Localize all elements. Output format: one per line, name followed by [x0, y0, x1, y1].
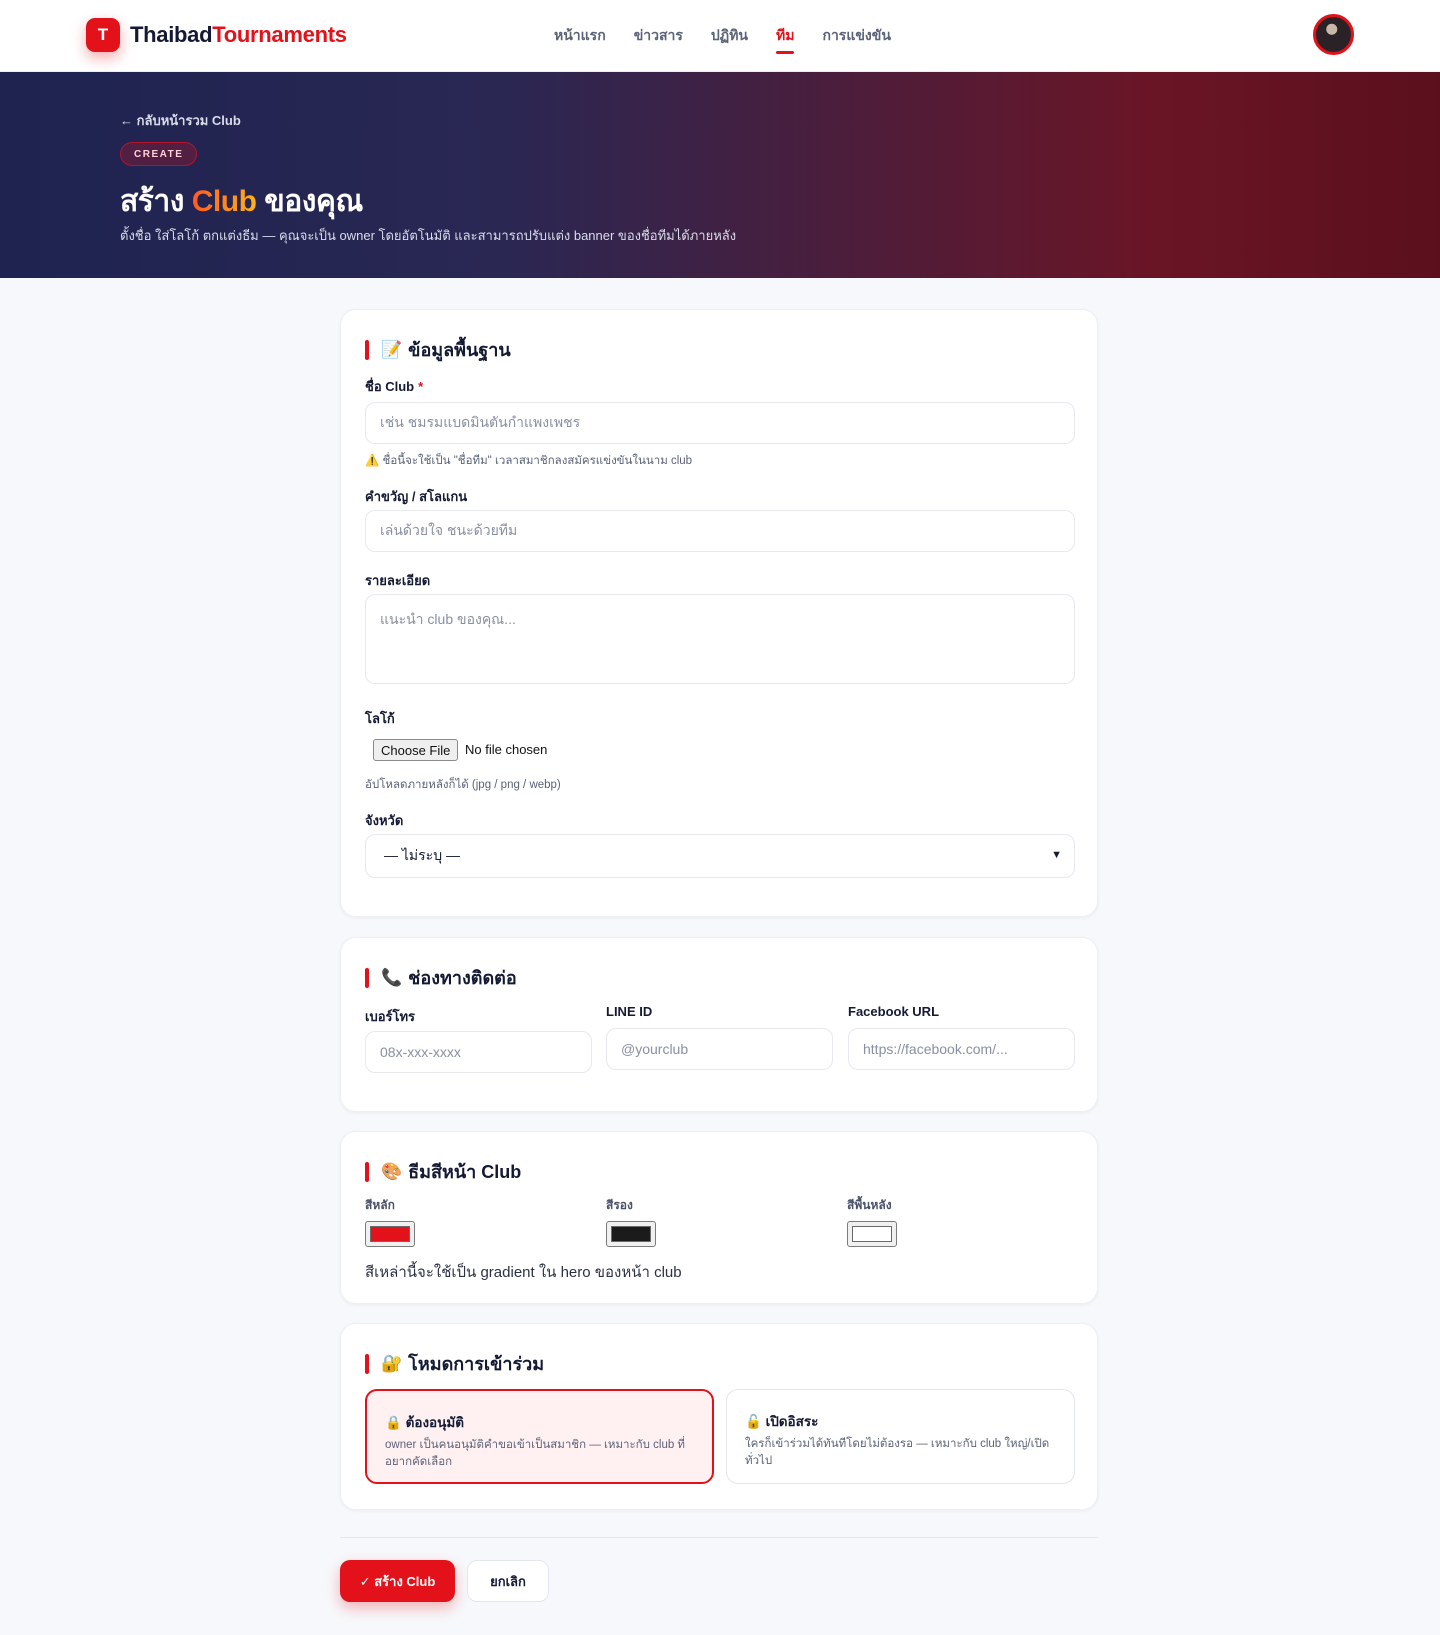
brand-name-part-a: Thaibad: [130, 22, 213, 47]
basic-info-heading-text: ข้อมูลพื้นฐาน: [408, 340, 511, 360]
contact-heading-text: ช่องทางติดต่อ: [408, 968, 517, 988]
unlock-icon: 🔓: [745, 1414, 762, 1429]
province-label: จังหวัด: [365, 813, 404, 828]
hero-banner: ← กลับหน้ารวม Club CREATE สร้าง Club ของ…: [0, 72, 1440, 278]
phone-label: เบอร์โทร: [365, 1009, 416, 1024]
description-label: รายละเอียด: [365, 573, 431, 588]
page-subtitle: ตั้งชื่อ ใส่โลโก้ ตกแต่งธีม — คุณจะเป็น …: [120, 228, 737, 243]
palette-icon: 🎨: [381, 1161, 403, 1181]
back-to-clubs-link[interactable]: ← กลับหน้ารวม Club: [120, 110, 241, 131]
background-color-label: สีพื้นหลัง: [847, 1198, 892, 1212]
logo-label: โลโก้: [365, 711, 395, 726]
join-mode-heading-text: โหมดการเข้าร่วม: [408, 1354, 545, 1374]
join-mode-approval-title-text: ต้องอนุมัติ: [405, 1415, 465, 1430]
primary-color-label: สีหลัก: [365, 1198, 395, 1212]
contact-heading: 📞 ช่องทางติดต่อ: [365, 963, 517, 992]
nav-item-home[interactable]: หน้าแรก: [554, 25, 606, 47]
basic-info-heading: 📝 ข้อมูลพื้นฐาน: [365, 335, 511, 364]
page-title-pre: สร้าง: [120, 185, 192, 218]
secondary-color-picker[interactable]: [606, 1221, 656, 1247]
create-badge: CREATE: [120, 142, 198, 166]
cancel-button[interactable]: ยกเลิก: [467, 1560, 549, 1602]
join-mode-open-desc: ใครก็เข้าร่วมได้ทันทีโดยไม่ต้องรอ — เหมา…: [745, 1438, 1050, 1467]
secondary-color-label: สีรอง: [606, 1198, 633, 1212]
join-mode-approval-option[interactable]: 🔒 ต้องอนุมัติ owner เป็นคนอนุมัติคำขอเข้…: [365, 1389, 714, 1484]
join-mode-approval-title: 🔒 ต้องอนุมัติ: [385, 1411, 464, 1433]
nav-item-competitions[interactable]: การแข่งขัน: [822, 25, 890, 47]
top-navigation-bar: T ThaibadTournaments หน้าแรก ข่าวสาร ปฏิ…: [0, 0, 1440, 72]
nav-item-teams[interactable]: ทีม: [776, 25, 795, 54]
join-mode-card: 🔐 โหมดการเข้าร่วม 🔒 ต้องอนุมัติ owner เป…: [340, 1323, 1098, 1510]
join-mode-heading: 🔐 โหมดการเข้าร่วม: [365, 1349, 544, 1378]
club-name-label-text: ชื่อ Club: [365, 379, 415, 394]
facebook-url-label: Facebook URL: [848, 1004, 940, 1019]
club-name-hint: ⚠️ ชื่อนี้จะใช้เป็น "ชื่อทีม" เวลาสมาชิก…: [365, 455, 693, 467]
choose-file-button[interactable]: Choose File: [373, 739, 459, 761]
brand-badge-icon: T: [86, 18, 120, 52]
background-color-picker[interactable]: [847, 1221, 897, 1247]
slogan-input[interactable]: เล่นด้วยใจ ชนะด้วยทีม: [365, 510, 1075, 552]
primary-color-picker[interactable]: [365, 1221, 415, 1247]
phone-icon: 📞: [381, 967, 403, 987]
phone-input[interactable]: 08x-xxx-xxxx: [365, 1031, 592, 1073]
nav-item-news[interactable]: ข่าวสาร: [634, 25, 683, 47]
page-title-accent: Club: [191, 185, 257, 218]
brand-name-part-b: Tournaments: [212, 22, 347, 47]
primary-color-swatch: [370, 1226, 410, 1242]
facebook-url-input[interactable]: https://facebook.com/...: [848, 1028, 1075, 1070]
join-mode-open-title-text: เปิดอิสระ: [765, 1414, 819, 1429]
create-club-button[interactable]: ✓ สร้าง Club: [340, 1560, 455, 1602]
theme-card: 🎨 ธีมสีหน้า Club สีหลัก สีรอง สีพื้นหลัง…: [340, 1131, 1098, 1304]
description-textarea[interactable]: แนะนำ club ของคุณ...: [365, 594, 1075, 684]
memo-icon: 📝: [381, 339, 403, 359]
page-title-post: ของคุณ: [256, 185, 363, 218]
contact-card: 📞 ช่องทางติดต่อ เบอร์โทร 08x-xxx-xxxx LI…: [340, 937, 1098, 1112]
club-name-input[interactable]: เช่น ชมรมแบดมินตันกำแพงเพชร: [365, 402, 1075, 444]
basic-info-card: 📝 ข้อมูลพื้นฐาน ชื่อ Club * เช่น ชมรมแบดม…: [340, 309, 1098, 917]
main-nav: หน้าแรก ข่าวสาร ปฏิทิน ทีม การแข่งขัน: [554, 0, 919, 72]
join-mode-approval-desc: owner เป็นคนอนุมัติคำขอเข้าเป็นสมาชิก — …: [385, 1439, 686, 1468]
logo-hint: อัปโหลดภายหลังก็ได้ (jpg / png / webp): [365, 779, 561, 791]
club-name-label: ชื่อ Club *: [365, 376, 423, 397]
file-status: No file chosen: [465, 742, 548, 757]
secondary-color-swatch: [611, 1226, 651, 1242]
theme-heading: 🎨 ธีมสีหน้า Club: [365, 1157, 521, 1186]
join-mode-open-option[interactable]: 🔓 เปิดอิสระ ใครก็เข้าร่วมได้ทันทีโดยไม่ต…: [726, 1389, 1075, 1484]
slogan-label: คำขวัญ / สโลแกน: [365, 489, 468, 504]
brand-name: ThaibadTournaments: [130, 22, 347, 48]
nav-item-calendar[interactable]: ปฏิทิน: [711, 25, 748, 47]
lock-key-icon: 🔐: [381, 1353, 403, 1373]
form-divider: [340, 1537, 1098, 1538]
theme-heading-text: ธีมสีหน้า Club: [408, 1162, 522, 1182]
user-avatar[interactable]: [1313, 14, 1354, 55]
chevron-down-icon: ▼: [1051, 849, 1062, 861]
background-color-swatch: [852, 1226, 892, 1242]
required-marker: *: [418, 379, 424, 394]
province-select-value: — ไม่ระบุ —: [384, 847, 460, 863]
province-select[interactable]: — ไม่ระบุ — ▼: [365, 834, 1075, 878]
line-id-label: LINE ID: [606, 1004, 653, 1019]
join-mode-open-title: 🔓 เปิดอิสระ: [745, 1410, 818, 1432]
page-title: สร้าง Club ของคุณ: [120, 178, 363, 225]
brand-logo[interactable]: T ThaibadTournaments: [86, 18, 347, 52]
line-id-input[interactable]: @yourclub: [606, 1028, 833, 1070]
lock-icon: 🔒: [385, 1415, 402, 1430]
theme-note: สีเหล่านี้จะใช้เป็น gradient ใน hero ของ…: [365, 1264, 682, 1281]
